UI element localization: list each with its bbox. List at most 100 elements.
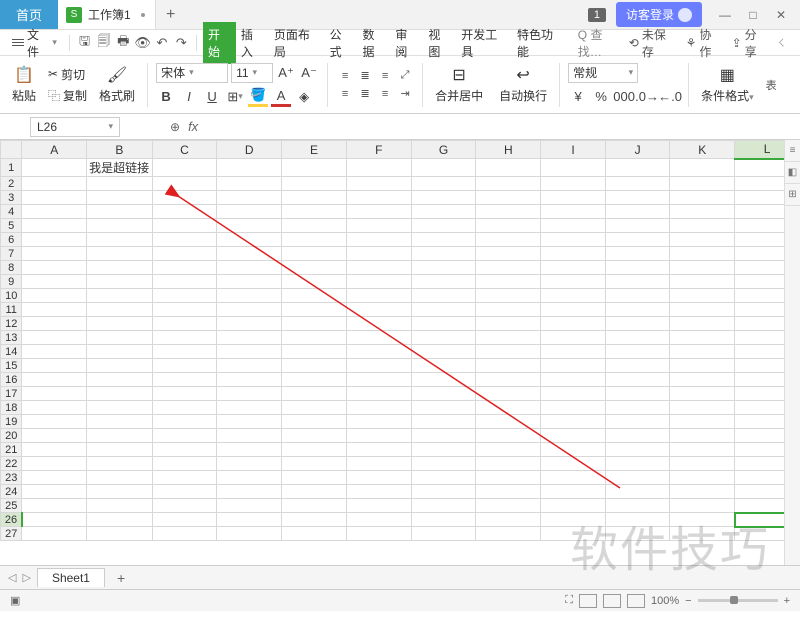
cell[interactable] bbox=[670, 471, 735, 485]
cell[interactable] bbox=[670, 485, 735, 499]
currency-icon[interactable]: ¥ bbox=[568, 87, 588, 107]
cell[interactable] bbox=[22, 345, 87, 359]
font-size-select[interactable]: 11▾ bbox=[231, 63, 273, 83]
cell[interactable] bbox=[152, 345, 217, 359]
cell[interactable] bbox=[152, 401, 217, 415]
cell[interactable] bbox=[217, 485, 282, 499]
increase-decimal-icon[interactable]: .0→ bbox=[637, 87, 657, 107]
side-panel-button[interactable]: ⊞ bbox=[785, 184, 800, 206]
cell[interactable] bbox=[22, 373, 87, 387]
guest-login-button[interactable]: 访客登录 bbox=[616, 2, 702, 27]
side-panel-button[interactable]: ◧ bbox=[785, 162, 800, 184]
cell[interactable] bbox=[411, 429, 476, 443]
tab-start[interactable]: 开始 bbox=[203, 22, 236, 64]
cell[interactable] bbox=[87, 415, 152, 429]
cell[interactable] bbox=[605, 415, 670, 429]
cell[interactable] bbox=[605, 429, 670, 443]
cell[interactable] bbox=[282, 527, 347, 541]
cell[interactable] bbox=[22, 527, 87, 541]
row-header[interactable]: 9 bbox=[1, 275, 22, 289]
sheet-tab[interactable]: Sheet1 bbox=[37, 568, 105, 587]
cell[interactable] bbox=[282, 513, 347, 527]
cell[interactable] bbox=[605, 331, 670, 345]
row-header[interactable]: 7 bbox=[1, 247, 22, 261]
cell[interactable] bbox=[22, 191, 87, 205]
cell[interactable] bbox=[670, 261, 735, 275]
cell[interactable] bbox=[670, 289, 735, 303]
column-header[interactable]: F bbox=[346, 141, 411, 159]
cell[interactable] bbox=[411, 331, 476, 345]
cell[interactable] bbox=[152, 303, 217, 317]
cell[interactable] bbox=[605, 317, 670, 331]
cell[interactable] bbox=[217, 429, 282, 443]
cell[interactable] bbox=[282, 359, 347, 373]
comma-icon[interactable]: 000 bbox=[614, 87, 634, 107]
column-header[interactable]: E bbox=[282, 141, 347, 159]
wrap-text-button[interactable]: ↩ 自动换行 bbox=[495, 63, 551, 106]
cell[interactable] bbox=[670, 359, 735, 373]
row-header[interactable]: 18 bbox=[1, 401, 22, 415]
cell[interactable] bbox=[476, 527, 541, 541]
row-header[interactable]: 8 bbox=[1, 261, 22, 275]
cell[interactable] bbox=[541, 345, 605, 359]
cell[interactable] bbox=[541, 219, 605, 233]
cell[interactable] bbox=[670, 415, 735, 429]
cell[interactable] bbox=[22, 457, 87, 471]
cell[interactable] bbox=[217, 159, 282, 177]
cell[interactable] bbox=[22, 485, 87, 499]
workbook-tab[interactable]: S 工作簿1 bbox=[58, 0, 156, 29]
cell[interactable] bbox=[411, 387, 476, 401]
cell[interactable] bbox=[152, 471, 217, 485]
cell[interactable] bbox=[217, 303, 282, 317]
cell[interactable] bbox=[476, 317, 541, 331]
cell[interactable] bbox=[346, 331, 411, 345]
cell[interactable] bbox=[346, 373, 411, 387]
cell[interactable] bbox=[605, 275, 670, 289]
cell[interactable] bbox=[282, 415, 347, 429]
cell[interactable] bbox=[152, 513, 217, 527]
cut-button[interactable]: ✂剪切 bbox=[48, 66, 87, 83]
cell[interactable] bbox=[22, 443, 87, 457]
cell[interactable] bbox=[217, 345, 282, 359]
cell[interactable] bbox=[605, 373, 670, 387]
copy-button[interactable]: ⿻复制 bbox=[48, 87, 87, 104]
cell[interactable] bbox=[476, 275, 541, 289]
cell[interactable] bbox=[670, 159, 735, 177]
cell[interactable] bbox=[605, 485, 670, 499]
cell[interactable] bbox=[346, 401, 411, 415]
cell[interactable] bbox=[22, 471, 87, 485]
cell[interactable] bbox=[217, 331, 282, 345]
cell[interactable] bbox=[605, 191, 670, 205]
tab-review[interactable]: 审阅 bbox=[390, 22, 423, 64]
cell[interactable] bbox=[22, 331, 87, 345]
cell[interactable] bbox=[541, 485, 605, 499]
cell[interactable] bbox=[605, 457, 670, 471]
print-preview-icon[interactable]: 👁 bbox=[134, 34, 151, 52]
table-extra[interactable]: 表 bbox=[766, 77, 777, 93]
cell[interactable] bbox=[282, 373, 347, 387]
cell[interactable] bbox=[411, 261, 476, 275]
redo-icon[interactable]: ↷ bbox=[173, 34, 190, 52]
cell[interactable] bbox=[217, 247, 282, 261]
tab-dev-tools[interactable]: 开发工具 bbox=[456, 22, 512, 64]
cell[interactable] bbox=[282, 275, 347, 289]
row-header[interactable]: 21 bbox=[1, 443, 22, 457]
cell[interactable] bbox=[217, 387, 282, 401]
cell[interactable] bbox=[282, 261, 347, 275]
cell[interactable] bbox=[152, 247, 217, 261]
cell[interactable] bbox=[476, 513, 541, 527]
cell[interactable] bbox=[22, 499, 87, 513]
cell[interactable] bbox=[346, 219, 411, 233]
cell[interactable] bbox=[217, 177, 282, 191]
cell[interactable] bbox=[282, 205, 347, 219]
cell[interactable] bbox=[541, 513, 605, 527]
tab-view[interactable]: 视图 bbox=[423, 22, 456, 64]
cell[interactable] bbox=[346, 247, 411, 261]
tab-page-layout[interactable]: 页面布局 bbox=[269, 22, 325, 64]
cell[interactable] bbox=[346, 345, 411, 359]
cell[interactable] bbox=[22, 205, 87, 219]
cell[interactable] bbox=[152, 289, 217, 303]
cell[interactable] bbox=[22, 401, 87, 415]
cell[interactable] bbox=[22, 159, 87, 177]
cell[interactable] bbox=[152, 177, 217, 191]
